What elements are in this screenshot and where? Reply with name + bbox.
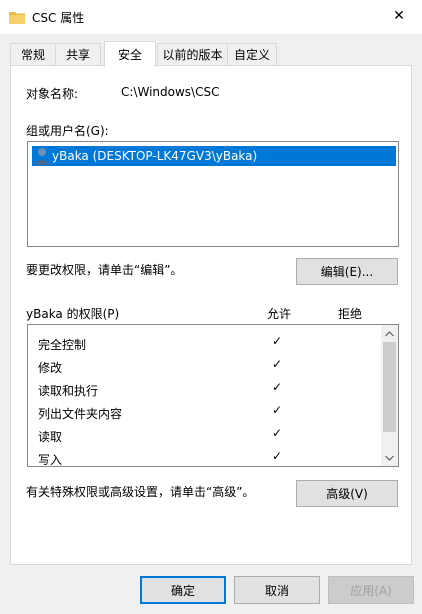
- object-name-label: 对象名称:: [26, 87, 79, 101]
- allow-check-icon: ✓: [272, 426, 283, 440]
- cancel-button[interactable]: 取消: [234, 576, 320, 604]
- permission-name: 修改: [38, 361, 63, 375]
- title-bar: CSC 属性 ✕: [0, 0, 422, 34]
- advanced-hint: 有关特殊权限或高级设置，请单击“高级”。: [26, 485, 255, 499]
- security-panel: 对象名称: C:\Windows\CSC 组或用户名(G): yBaka (DE…: [10, 65, 412, 565]
- folder-icon: [9, 12, 25, 24]
- apply-button[interactable]: 应用(A): [328, 576, 414, 604]
- chevron-down-icon: [385, 455, 394, 461]
- permissions-scrollbar[interactable]: [381, 325, 398, 466]
- permissions-for-label: yBaka 的权限(P): [26, 307, 120, 321]
- allow-header: 允许: [267, 307, 292, 321]
- list-item-user[interactable]: yBaka (DESKTOP-LK47GV3\yBaka): [32, 146, 396, 166]
- tab-sharing[interactable]: 共享: [55, 43, 101, 65]
- permission-name: 完全控制: [38, 338, 87, 352]
- tab-general[interactable]: 常规: [10, 43, 56, 65]
- allow-check-icon: ✓: [272, 334, 283, 348]
- close-button[interactable]: ✕: [376, 0, 422, 32]
- tab-previous-versions[interactable]: 以前的版本: [157, 43, 228, 65]
- permission-name: 读取和执行: [38, 384, 99, 398]
- edit-button[interactable]: 编辑(E)...: [296, 258, 398, 285]
- window-title: CSC 属性: [32, 11, 85, 25]
- permission-row: 写入 ✓: [28, 447, 383, 470]
- user-icon: [35, 148, 49, 165]
- advanced-button[interactable]: 高级(V): [296, 480, 398, 507]
- user-name: yBaka (DESKTOP-LK47GV3\yBaka): [52, 149, 258, 163]
- allow-check-icon: ✓: [272, 380, 283, 394]
- close-icon: ✕: [393, 8, 405, 24]
- allow-check-icon: ✓: [272, 449, 283, 463]
- permission-row: 列出文件夹内容 ✓: [28, 401, 383, 424]
- permission-row: 完全控制 ✓: [28, 332, 383, 355]
- scroll-thumb[interactable]: [383, 342, 396, 432]
- object-name-value: C:\Windows\CSC: [121, 85, 220, 99]
- permission-row: 读取 ✓: [28, 424, 383, 447]
- tab-security[interactable]: 安全: [104, 41, 156, 67]
- scroll-down-button[interactable]: [381, 449, 398, 466]
- permission-name: 列出文件夹内容: [38, 407, 123, 421]
- group-users-label: 组或用户名(G):: [26, 124, 109, 138]
- user-list[interactable]: yBaka (DESKTOP-LK47GV3\yBaka): [27, 141, 399, 247]
- permission-row: 读取和执行 ✓: [28, 378, 383, 401]
- scroll-up-button[interactable]: [381, 325, 398, 342]
- tab-customize[interactable]: 自定义: [227, 43, 277, 65]
- allow-check-icon: ✓: [272, 403, 283, 417]
- change-permissions-hint: 要更改权限，请单击“编辑”。: [26, 263, 183, 277]
- deny-header: 拒绝: [338, 307, 363, 321]
- permission-name: 写入: [38, 453, 63, 467]
- permission-row: 修改 ✓: [28, 355, 383, 378]
- permission-name: 读取: [38, 430, 63, 444]
- chevron-up-icon: [385, 330, 394, 336]
- ok-button[interactable]: 确定: [140, 576, 226, 604]
- permissions-list[interactable]: 完全控制 ✓ 修改 ✓ 读取和执行 ✓ 列出文件夹内容 ✓ 读取 ✓ 写入 ✓: [27, 324, 399, 467]
- allow-check-icon: ✓: [272, 357, 283, 371]
